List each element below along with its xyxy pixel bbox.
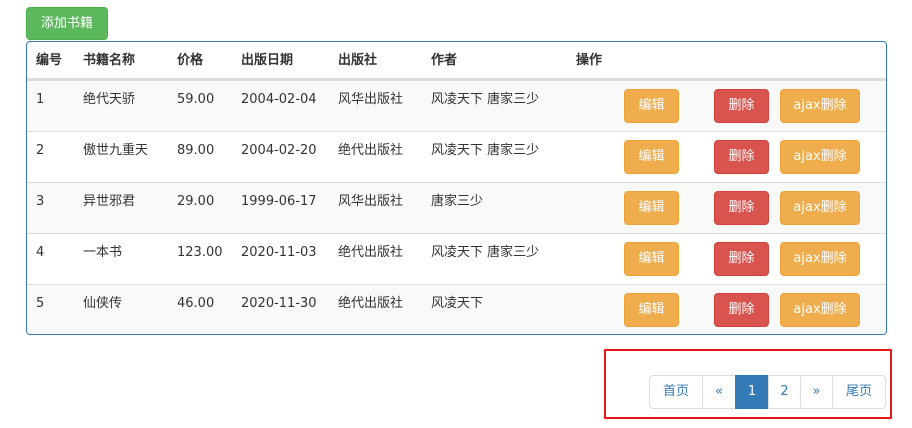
cell-publisher: 风华出版社: [338, 92, 404, 107]
cell-id: 5: [36, 296, 45, 311]
cell-author: 风凌天下 唐家三少: [431, 92, 540, 107]
table-row: 3 异世邪君 29.00 1999-06-17 风华出版社 唐家三少 编辑 删除…: [27, 182, 886, 233]
header-publisher: 出版社: [338, 53, 378, 68]
delete-button[interactable]: 删除: [714, 293, 769, 327]
cell-name: 异世邪君: [83, 194, 136, 209]
edit-button[interactable]: 编辑: [624, 89, 679, 123]
cell-id: 3: [36, 194, 45, 209]
next-page-link[interactable]: »: [800, 375, 833, 409]
cell-price: 59.00: [177, 92, 215, 107]
page-link-current[interactable]: 1: [735, 375, 769, 409]
edit-button[interactable]: 编辑: [624, 140, 679, 174]
cell-date: 1999-06-17: [241, 194, 317, 209]
cell-name: 傲世九重天: [83, 143, 149, 158]
cell-author: 风凌天下 唐家三少: [431, 245, 540, 260]
header-price: 价格: [177, 53, 204, 68]
table-row: 5 仙侠传 46.00 2020-11-30 绝代出版社 风凌天下 编辑 删除 …: [27, 284, 886, 334]
cell-price: 29.00: [177, 194, 215, 209]
table-row: 1 绝代天骄 59.00 2004-02-04 风华出版社 风凌天下 唐家三少 …: [27, 80, 886, 131]
ajax-delete-button[interactable]: ajax删除: [780, 140, 860, 174]
edit-button[interactable]: 编辑: [624, 293, 679, 327]
table-row: 4 一本书 123.00 2020-11-03 绝代出版社 风凌天下 唐家三少 …: [27, 233, 886, 284]
cell-price: 123.00: [177, 245, 223, 260]
header-author: 作者: [431, 53, 458, 68]
cell-author: 风凌天下 唐家三少: [431, 143, 540, 158]
cell-date: 2020-11-03: [241, 245, 317, 260]
header-name: 书籍名称: [83, 53, 136, 68]
cell-name: 绝代天骄: [83, 92, 136, 107]
ajax-delete-button[interactable]: ajax删除: [780, 242, 860, 276]
cell-publisher: 绝代出版社: [338, 143, 404, 158]
add-book-button[interactable]: 添加书籍: [26, 7, 108, 40]
books-table: 编号 书籍名称 价格 出版日期 出版社 作者 操作 1 绝代天骄 59.00 2…: [26, 41, 887, 335]
cell-author: 唐家三少: [431, 194, 484, 209]
table-row: 2 傲世九重天 89.00 2004-02-20 绝代出版社 风凌天下 唐家三少…: [27, 131, 886, 182]
header-date: 出版日期: [241, 53, 294, 68]
cell-author: 风凌天下: [431, 296, 484, 311]
ajax-delete-button[interactable]: ajax删除: [780, 293, 860, 327]
delete-button[interactable]: 删除: [714, 242, 769, 276]
header-id: 编号: [36, 53, 63, 68]
ajax-delete-button[interactable]: ajax删除: [780, 89, 860, 123]
ajax-delete-button[interactable]: ajax删除: [780, 191, 860, 225]
delete-button[interactable]: 删除: [714, 89, 769, 123]
first-page-link[interactable]: 首页: [649, 375, 703, 409]
cell-id: 4: [36, 245, 45, 260]
cell-name: 一本书: [83, 245, 123, 260]
cell-id: 1: [36, 92, 45, 107]
edit-button[interactable]: 编辑: [624, 242, 679, 276]
cell-name: 仙侠传: [83, 296, 123, 311]
delete-button[interactable]: 删除: [714, 140, 769, 174]
last-page-link[interactable]: 尾页: [832, 375, 886, 409]
header-actions: 操作: [576, 53, 603, 68]
edit-button[interactable]: 编辑: [624, 191, 679, 225]
cell-publisher: 绝代出版社: [338, 245, 404, 260]
prev-page-link[interactable]: «: [702, 375, 736, 409]
cell-date: 2004-02-20: [241, 143, 317, 158]
pagination: 首页 « 1 2 » 尾页: [649, 375, 886, 409]
cell-id: 2: [36, 143, 45, 158]
table-header: 编号 书籍名称 价格 出版日期 出版社 作者 操作: [27, 42, 886, 80]
delete-button[interactable]: 删除: [714, 191, 769, 225]
cell-date: 2004-02-04: [241, 92, 317, 107]
cell-publisher: 风华出版社: [338, 194, 404, 209]
cell-price: 46.00: [177, 296, 215, 311]
page-link[interactable]: 2: [768, 375, 801, 409]
cell-date: 2020-11-30: [241, 296, 317, 311]
cell-publisher: 绝代出版社: [338, 296, 404, 311]
cell-price: 89.00: [177, 143, 215, 158]
